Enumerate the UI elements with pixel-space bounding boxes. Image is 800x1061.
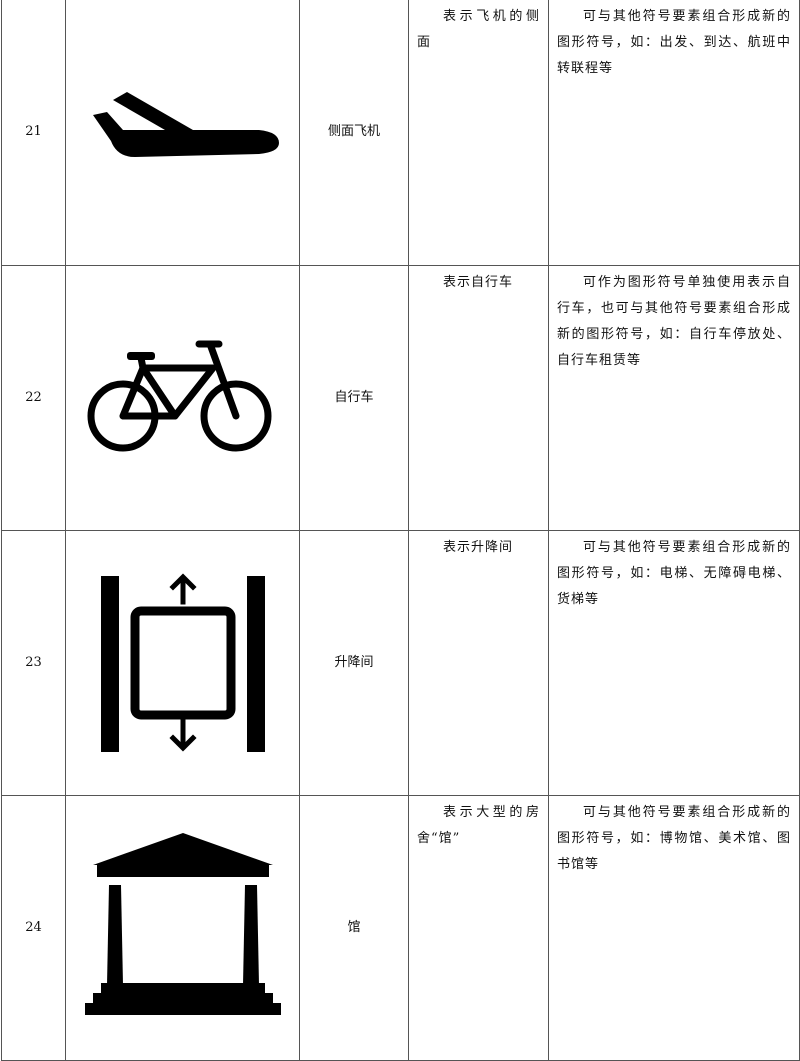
bicycle-icon [87, 340, 271, 451]
symbol-cell [65, 264, 300, 531]
row-number: 24 [1, 794, 66, 1061]
table-row: 21 侧面飞机 表示飞机的侧面 可与其他符号要素组合形成新的图形符号，如：出发、… [1, 0, 800, 266]
symbol-meaning: 表示飞机的侧面 [408, 0, 549, 266]
airplane-side-icon [92, 92, 279, 158]
symbol-description: 可与其他符号要素组合形成新的图形符号，如：博物馆、美术馆、图书馆等 [548, 794, 800, 1061]
table-row: 24 馆 表示大型的房舍“馆” 可与其他符号要素组合形成新的图形符号，如：博物馆… [1, 794, 800, 1061]
symbol-table: 21 侧面飞机 表示飞机的侧面 可与其他符号要素组合形成新的图形符号，如：出发、… [1, 0, 800, 1061]
symbol-name: 自行车 [299, 264, 409, 531]
symbol-cell [65, 529, 300, 796]
symbol-meaning: 表示升降间 [408, 529, 549, 796]
symbol-name: 馆 [299, 794, 409, 1061]
symbol-name: 侧面飞机 [299, 0, 409, 266]
table-row: 23 升降间 表示升降间 可与其他符号要素组合形成新的图形符号，如：电梯、无障碍… [1, 529, 800, 796]
row-number: 21 [1, 0, 66, 266]
symbol-description: 可与其他符号要素组合形成新的图形符号，如：出发、到达、航班中转联程等 [548, 0, 800, 266]
elevator-icon [100, 572, 265, 752]
row-number: 22 [1, 264, 66, 531]
symbol-name: 升降间 [299, 529, 409, 796]
symbol-meaning: 表示大型的房舍“馆” [408, 794, 549, 1061]
symbol-cell [65, 794, 300, 1061]
symbol-description: 可作为图形符号单独使用表示自行车，也可与其他符号要素组合形成新的图形符号，如：自… [548, 264, 800, 531]
symbol-meaning: 表示自行车 [408, 264, 549, 531]
symbol-cell [65, 0, 300, 266]
table-row: 22 自行车 表示自行车 可作为图形符号单独使用表示自行车，也可与其他符号要素组… [1, 264, 800, 531]
hall-building-icon [84, 832, 281, 1015]
symbol-description: 可与其他符号要素组合形成新的图形符号，如：电梯、无障碍电梯、货梯等 [548, 529, 800, 796]
row-number: 23 [1, 529, 66, 796]
